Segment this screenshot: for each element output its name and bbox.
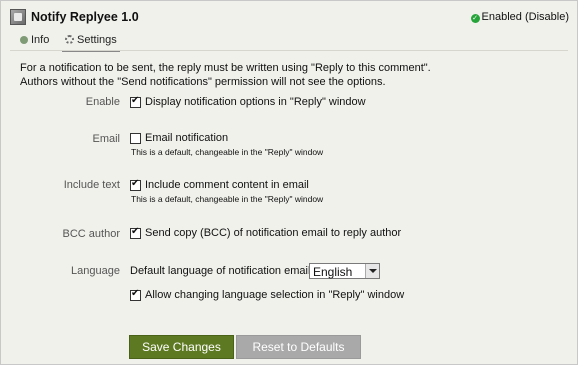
tab-settings[interactable]: Settings (62, 32, 120, 52)
intro-line-2: Authors without the "Send notifications"… (20, 76, 386, 88)
email-hint: This is a default, changeable in the "Re… (131, 147, 324, 157)
intro-text: For a notification to be sent, the reply… (20, 61, 431, 89)
language-label: Language (71, 265, 120, 277)
email-label: Email (92, 133, 120, 145)
enable-checkbox[interactable] (130, 95, 141, 108)
tab-bar: Info Settings (1, 32, 577, 52)
plugin-title: Notify Replyee 1.0 (31, 10, 139, 24)
email-checkbox[interactable] (130, 133, 141, 144)
status-text: Enabled ( (481, 11, 529, 23)
save-changes-button[interactable]: Save Changes (129, 335, 234, 359)
bcc-checkbox-label: Send copy (BCC) of notification email to… (145, 227, 402, 239)
enable-label: Enable (85, 96, 120, 108)
plugin-settings-panel: Notify Replyee 1.0 ✓ Enabled (Disable) In… (0, 0, 578, 365)
enable-checkbox-label: Display notification options in "Reply" … (145, 96, 366, 108)
tab-info-label: Info (31, 34, 50, 46)
plugin-header: Notify Replyee 1.0 ✓ Enabled (Disable) (1, 1, 577, 35)
include-text-hint: This is a default, changeable in the "Re… (131, 194, 324, 204)
language-select[interactable]: English (309, 263, 380, 279)
disable-link[interactable]: Disable (529, 11, 566, 23)
info-icon (20, 36, 28, 44)
language-change-checkbox[interactable] (130, 288, 141, 301)
intro-line-1: For a notification to be sent, the reply… (20, 62, 431, 74)
language-change-checkbox-label: Allow changing language selection in "Re… (145, 289, 405, 301)
include-text-checkbox-label: Include comment content in email (145, 179, 309, 191)
tab-divider (10, 50, 568, 51)
enabled-check-icon: ✓ (470, 14, 480, 23)
email-checkbox-label: Email notification (145, 132, 229, 144)
settings-icon (65, 35, 74, 44)
language-select-label: Default language of notification email: (130, 265, 314, 277)
plugin-icon (10, 9, 26, 25)
bcc-checkbox[interactable] (130, 226, 141, 239)
include-text-checkbox[interactable] (130, 178, 141, 191)
bcc-author-label: BCC author (62, 228, 120, 240)
tab-settings-label: Settings (77, 34, 117, 46)
plugin-status: ✓ Enabled (Disable) (470, 11, 569, 23)
include-text-label: Include text (63, 179, 120, 191)
reset-defaults-button[interactable]: Reset to Defaults (236, 335, 361, 359)
status-close: ) (565, 11, 569, 23)
tab-info[interactable]: Info (20, 32, 49, 50)
language-select-value: English (313, 265, 353, 279)
chevron-down-icon (365, 264, 379, 278)
